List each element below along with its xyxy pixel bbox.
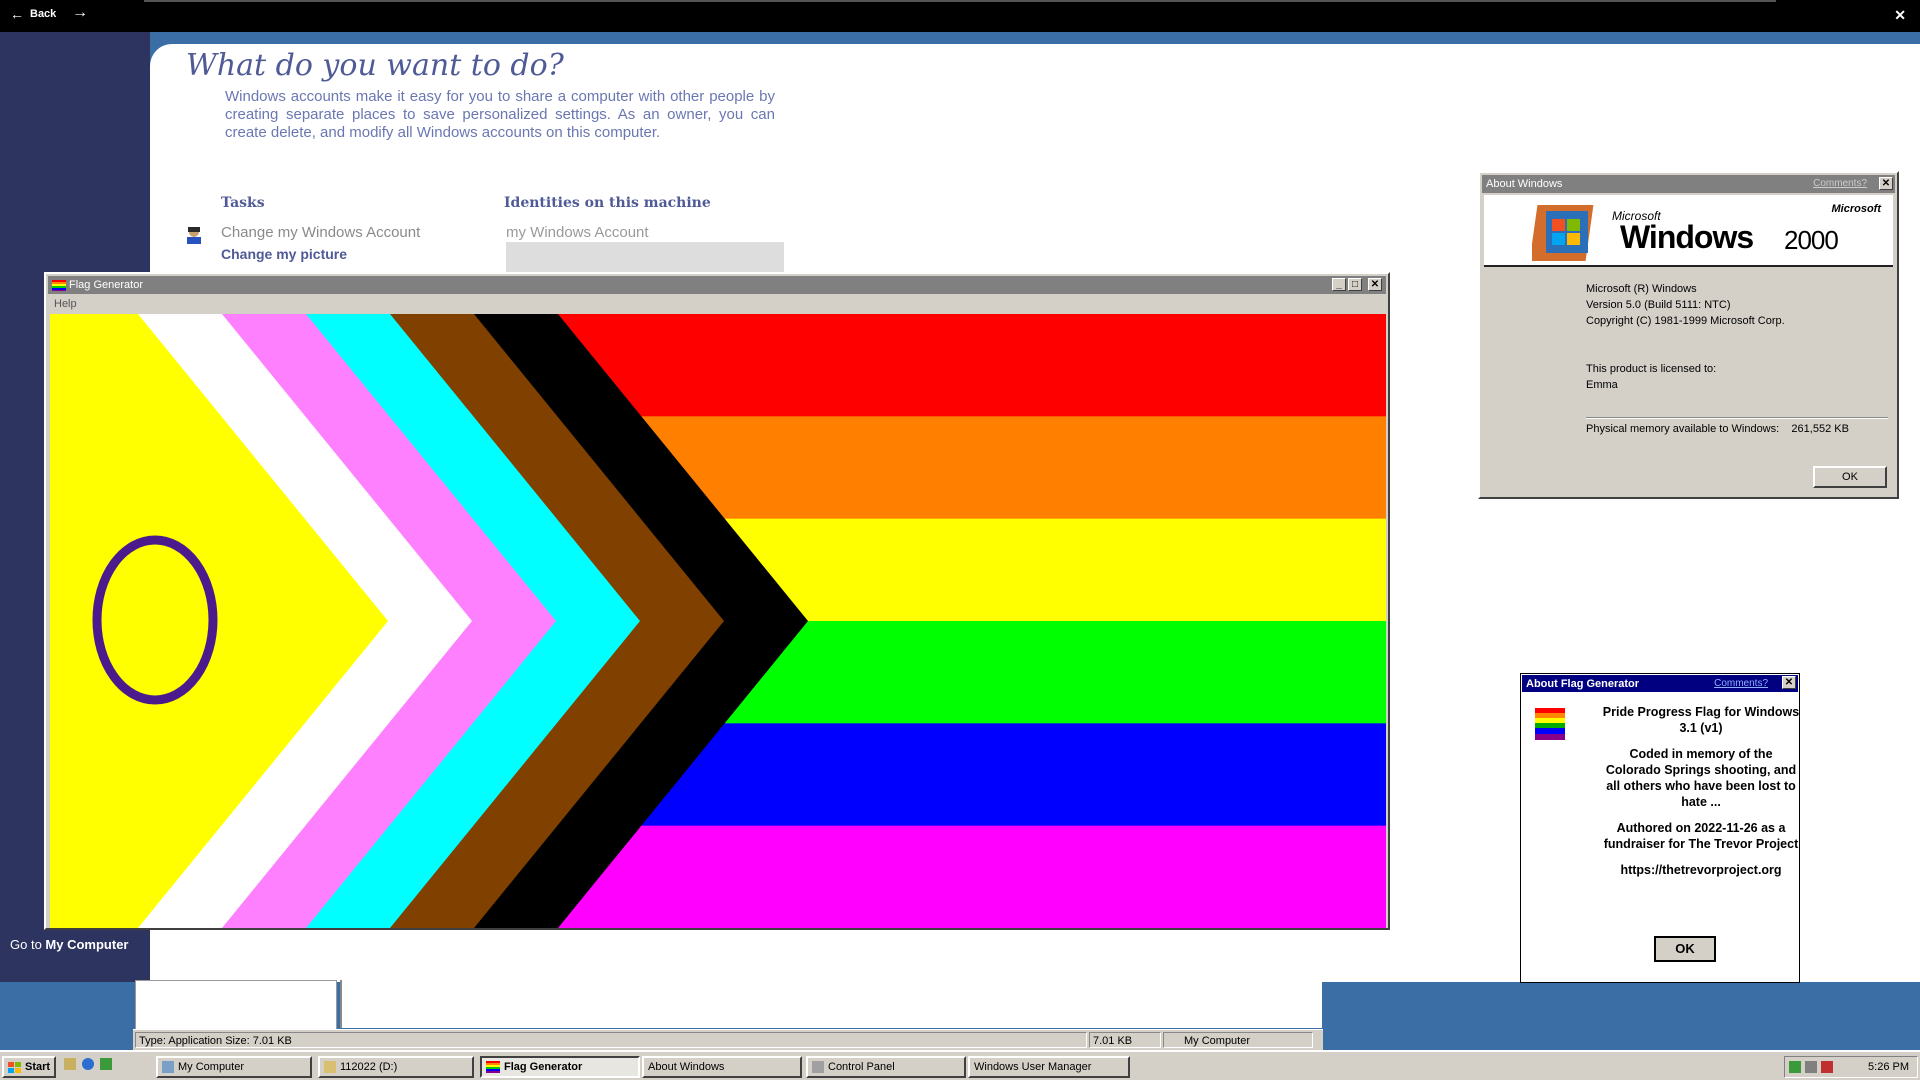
comments-link[interactable]: Comments?: [1813, 178, 1867, 189]
taskbar-item-control-panel[interactable]: Control Panel: [806, 1056, 966, 1078]
taskbar-item-flag-generator[interactable]: Flag Generator: [480, 1056, 640, 1078]
licensed-label: This product is licensed to:: [1586, 363, 1717, 375]
identity-picture[interactable]: [506, 242, 784, 272]
brand-microsoft-small: Microsoft: [1831, 203, 1882, 215]
clock: 5:26 PM: [1868, 1061, 1909, 1073]
brand-version: 2000: [1784, 225, 1839, 255]
start-label: Start: [25, 1061, 51, 1073]
taskbar-item-my-computer[interactable]: My Computer: [156, 1056, 312, 1078]
ok-button[interactable]: OK: [1813, 466, 1887, 488]
about-flag-p1: Pride Progress Flag for Windows 3.1 (v1): [1602, 705, 1800, 735]
memory-label: Physical memory available to Windows:: [1586, 423, 1780, 435]
page-description: Windows accounts make it easy for you to…: [225, 88, 775, 141]
licensed-to: Emma: [1586, 379, 1618, 391]
back-label: Back: [30, 8, 57, 20]
about-flag-title: About Flag Generator: [1526, 677, 1640, 690]
minimize-button[interactable]: _: [1332, 278, 1346, 291]
desktop-icon[interactable]: [64, 1058, 76, 1070]
taskbar-item-label: Flag Generator: [504, 1061, 583, 1073]
go-to-my-computer-link[interactable]: Go to My Computer: [10, 937, 128, 952]
copyright-line: Copyright (C) 1981-1999 Microsoft Corp.: [1586, 315, 1785, 327]
forward-arrow-icon[interactable]: →: [72, 4, 88, 22]
close-button[interactable]: ✕: [1368, 278, 1382, 291]
taskbar-item-label: Control Panel: [828, 1061, 895, 1073]
menu-help[interactable]: Help: [54, 298, 77, 310]
top-divider: [144, 0, 1776, 2]
taskbar-item-label: About Windows: [648, 1061, 725, 1073]
taskbar-item-about-windows[interactable]: About Windows: [642, 1056, 802, 1078]
windows-logo-icon: [1532, 205, 1594, 261]
windows-logo-icon: [8, 1061, 21, 1073]
rainbow-flag-icon: [52, 279, 66, 291]
user-account-icon: [187, 227, 201, 244]
progress-flag-canvas: [50, 314, 1386, 928]
explorer-status-bar: Type: Application Size: 7.01 KB 7.01 KB …: [133, 1029, 1323, 1050]
network-icon[interactable]: [1789, 1061, 1801, 1073]
about-windows-titlebar[interactable]: About Windows Comments? ✕: [1482, 175, 1895, 193]
memory-value: 261,552 KB: [1791, 423, 1849, 435]
about-flag-p3: Authored on 2022-11-26 as a fundraiser f…: [1603, 821, 1799, 851]
taskbar-item-user-manager[interactable]: Windows User Manager: [968, 1056, 1130, 1078]
flag-generator-window[interactable]: Flag Generator _ □ ✕ Help: [44, 272, 1390, 930]
about-windows-title: About Windows: [1486, 178, 1563, 190]
explorer-file-pane: [340, 980, 1322, 1028]
divider: [1586, 417, 1888, 419]
windows-2000-banner: Microsoft Windows 2000 Microsoft: [1484, 195, 1893, 267]
about-windows-info: Microsoft (R) Windows Version 5.0 (Build…: [1586, 281, 1849, 437]
close-button[interactable]: ✕: [1782, 676, 1796, 689]
folder-icon: [324, 1061, 336, 1073]
about-flag-titlebar[interactable]: About Flag Generator Comments? ✕: [1522, 675, 1798, 692]
brand-windows: Windows: [1620, 219, 1754, 255]
flag-generator-titlebar[interactable]: Flag Generator _ □ ✕: [48, 276, 1386, 294]
taskbar-item-label: 112022 (D:): [340, 1061, 398, 1073]
outlook-icon[interactable]: [100, 1058, 112, 1070]
status-size: 7.01 KB: [1089, 1032, 1161, 1048]
browser-icon[interactable]: [82, 1058, 94, 1070]
start-button[interactable]: Start: [2, 1056, 56, 1078]
rainbow-flag-icon: [486, 1061, 500, 1073]
task-change-account-link[interactable]: Change my Windows Account: [221, 224, 420, 241]
task-change-picture-link[interactable]: Change my picture: [221, 246, 347, 262]
status-location: My Computer: [1163, 1032, 1313, 1048]
tasks-heading: Tasks: [221, 195, 265, 211]
trevor-link[interactable]: https://thetrevorproject.org: [1601, 862, 1801, 878]
back-button[interactable]: ← Back: [10, 6, 56, 22]
product-name: Microsoft (R) Windows: [1586, 283, 1697, 295]
rainbow-flag-icon: [1535, 708, 1565, 740]
explorer-left-pane: [135, 980, 337, 1030]
system-tray: 5:26 PM: [1784, 1056, 1918, 1078]
identity-item[interactable]: my Windows Account: [506, 224, 649, 241]
maximize-button[interactable]: □: [1348, 278, 1362, 291]
identities-heading: Identities on this machine: [504, 195, 711, 211]
taskbar-item-drive-d[interactable]: 112022 (D:): [318, 1056, 474, 1078]
quick-launch: [64, 1058, 112, 1070]
go-to-prefix: Go to: [10, 937, 42, 952]
taskbar-item-label: Windows User Manager: [974, 1061, 1092, 1073]
taskbar: Start My Computer 112022 (D:) Flag Gener…: [0, 1050, 1920, 1080]
about-flag-p2: Coded in memory of the Colorado Springs …: [1605, 747, 1797, 809]
printer-icon[interactable]: [1821, 1061, 1833, 1073]
memory-line: Physical memory available to Windows: 26…: [1586, 421, 1849, 437]
status-type: Type: Application Size: 7.01 KB: [135, 1032, 1087, 1048]
about-flag-text: Pride Progress Flag for Windows 3.1 (v1)…: [1601, 704, 1801, 888]
computer-icon: [162, 1061, 174, 1073]
close-icon[interactable]: ✕: [1894, 7, 1906, 24]
about-windows-dialog[interactable]: About Windows Comments? ✕ Microsoft Wind…: [1478, 171, 1899, 499]
close-button[interactable]: ✕: [1879, 177, 1893, 190]
top-navigation-bar: ← Back → ✕: [0, 0, 1920, 32]
about-flag-generator-dialog[interactable]: About Flag Generator Comments? ✕ Pride P…: [1520, 673, 1800, 983]
comments-link[interactable]: Comments?: [1714, 678, 1768, 689]
status-location-text: My Computer: [1184, 1035, 1251, 1047]
version-line: Version 5.0 (Build 5111: NTC): [1586, 299, 1731, 311]
flag-generator-title: Flag Generator: [69, 279, 143, 291]
go-to-target: My Computer: [45, 937, 129, 952]
taskbar-item-label: My Computer: [178, 1061, 245, 1073]
page-title: What do you want to do?: [186, 48, 564, 83]
volume-icon[interactable]: [1805, 1061, 1817, 1073]
control-panel-icon: [812, 1061, 824, 1073]
ok-button[interactable]: OK: [1654, 936, 1716, 962]
back-arrow-icon: ←: [10, 6, 24, 22]
